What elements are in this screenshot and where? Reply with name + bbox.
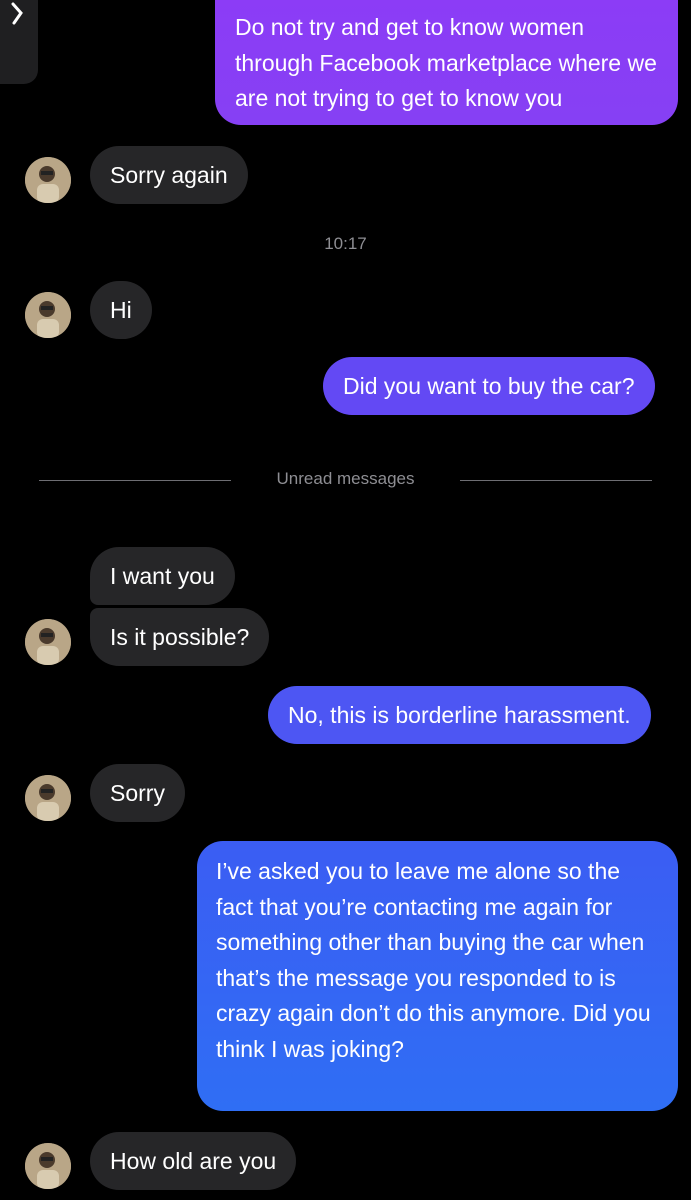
contact-avatar[interactable] bbox=[25, 1143, 71, 1189]
message-text: I’ve asked you to leave me alone so the … bbox=[216, 858, 651, 1062]
message-outgoing[interactable]: I’ve asked you to leave me alone so the … bbox=[197, 841, 678, 1111]
message-text: How old are you bbox=[110, 1148, 277, 1174]
message-incoming[interactable]: I want you bbox=[90, 547, 235, 605]
contact-avatar[interactable] bbox=[25, 775, 71, 821]
message-text: I want you bbox=[110, 563, 215, 589]
message-incoming[interactable]: Sorry bbox=[90, 764, 185, 822]
timestamp: 10:17 bbox=[324, 234, 367, 253]
message-text: No, this is borderline harassment. bbox=[288, 702, 631, 728]
message-outgoing[interactable]: No, this is borderline harassment. bbox=[268, 686, 651, 744]
message-incoming[interactable]: How old are you bbox=[90, 1132, 297, 1190]
message-text: Did you want to buy the car? bbox=[343, 373, 635, 399]
contact-avatar[interactable] bbox=[25, 157, 71, 203]
contact-avatar[interactable] bbox=[25, 292, 71, 338]
back-button[interactable] bbox=[0, 0, 38, 84]
message-incoming[interactable]: Sorry again bbox=[90, 146, 248, 204]
message-text: Do not try and get to know women through… bbox=[235, 14, 657, 111]
message-text: Hi bbox=[110, 297, 132, 323]
divider-line bbox=[460, 480, 652, 481]
chevron-icon bbox=[11, 2, 23, 25]
contact-avatar[interactable] bbox=[25, 619, 71, 665]
message-outgoing[interactable]: Do not try and get to know women through… bbox=[215, 0, 678, 125]
message-incoming[interactable]: Is it possible? bbox=[90, 608, 270, 666]
message-incoming[interactable]: Hi bbox=[90, 281, 152, 339]
message-outgoing[interactable]: Did you want to buy the car? bbox=[323, 357, 655, 415]
unread-divider: Unread messages bbox=[276, 469, 415, 488]
message-text: Sorry again bbox=[110, 162, 228, 188]
message-text: Sorry bbox=[110, 780, 165, 806]
message-text: Is it possible? bbox=[110, 624, 250, 650]
